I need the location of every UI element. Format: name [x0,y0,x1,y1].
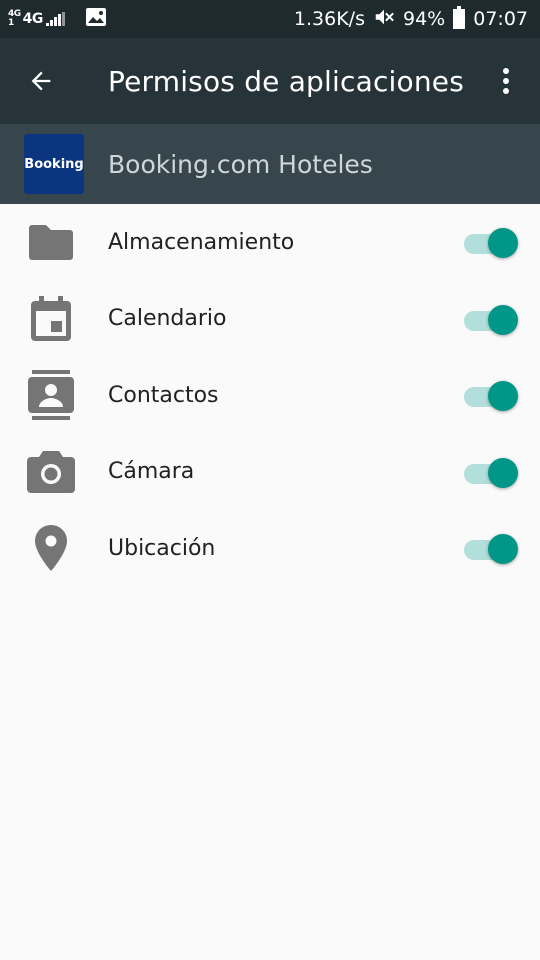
permission-label: Ubicación [108,535,216,561]
permission-list: Almacenamiento Calendario Contactos Cáma… [0,204,540,587]
app-logo-text: Booking [24,156,84,172]
status-bar: 4G 1 4G 1.36K/s 94% 07:07 [0,0,540,38]
more-options-button[interactable] [486,56,526,106]
status-right: 1.36K/s 94% 07:07 [294,6,528,33]
folder-icon [26,217,76,267]
mute-icon [373,6,395,33]
permission-row-camera[interactable]: Cámara [0,434,540,511]
location-toggle[interactable] [464,534,518,565]
network-speed: 1.36K/s [293,8,365,30]
battery-icon [453,6,466,29]
permission-row-calendar[interactable]: Calendario [0,281,540,358]
permission-row-storage[interactable]: Almacenamiento [0,204,540,281]
network-indicator: 4G 1 4G [8,10,65,28]
clock: 07:07 [473,8,528,30]
permission-row-contacts[interactable]: Contactos [0,357,540,434]
location-icon [26,523,76,573]
network-label: 4G [22,11,44,27]
network-small-bottom: 1 [8,18,14,28]
permission-label: Calendario [108,306,227,332]
app-logo: Booking [24,134,84,194]
battery-percent: 94% [403,8,446,30]
page-title: Permisos de aplicaciones [108,64,465,98]
app-bar: Permisos de aplicaciones [0,38,540,124]
permission-label: Contactos [108,382,219,408]
storage-toggle[interactable] [464,228,518,259]
status-left: 4G 1 4G [8,7,107,31]
app-header: Booking Booking.com Hoteles [0,124,540,204]
arrow-back-icon [31,71,51,91]
camera-toggle[interactable] [464,457,518,488]
contacts-icon [26,370,76,421]
signal-icon [45,12,65,26]
permission-label: Almacenamiento [108,229,295,255]
camera-icon [26,447,76,497]
permission-label: Cámara [108,459,195,485]
app-name: Booking.com Hoteles [108,149,373,179]
network-small-label: 4G 1 [8,10,21,28]
permission-row-location[interactable]: Ubicación [0,510,540,587]
back-button[interactable] [0,38,84,124]
contacts-toggle[interactable] [464,381,518,412]
calendar-icon [26,294,76,344]
image-notification-icon [85,7,107,31]
calendar-toggle[interactable] [464,304,518,335]
more-vert-icon [503,68,509,94]
